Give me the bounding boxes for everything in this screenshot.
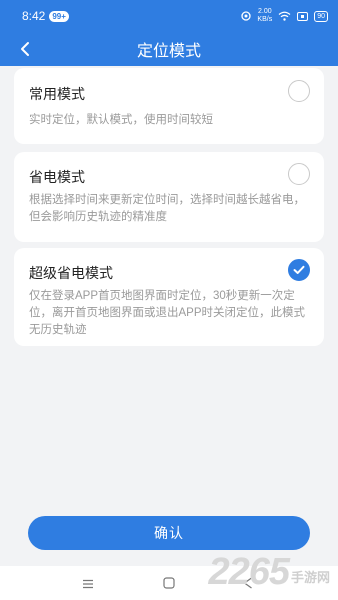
page-title: 定位模式 [136, 43, 201, 60]
home-nav-button[interactable] [163, 576, 175, 594]
mode-card-normal[interactable]: 常用模式 实时定位，默认模式，使用时间较短 [14, 68, 324, 144]
wifi-icon [278, 11, 291, 21]
mode-card-power-saving[interactable]: 省电模式 根据选择时间来更新定位时间，选择时间越长越省电，但会影响历史轨迹的精准… [14, 152, 324, 242]
menu-icon [83, 579, 93, 589]
chevron-left-icon [21, 42, 29, 56]
home-square-icon [163, 577, 175, 589]
notification-badge: 99+ [49, 10, 69, 22]
mode-desc: 实时定位，默认模式，使用时间较短 [29, 114, 213, 126]
mode-radio-normal[interactable] [288, 80, 310, 102]
mode-card-super-saving[interactable]: 超级省电模式 仅在登录APP首页地图界面时定位，30秒更新一次定位，离开首页地图… [14, 248, 324, 346]
mode-name: 省电模式 [29, 169, 85, 185]
battery-indicator: 90 [314, 10, 328, 22]
checkmark-icon [293, 265, 305, 274]
network-speed-value: 2.00 [257, 8, 272, 15]
mode-radio-power-saving[interactable] [288, 163, 310, 185]
back-button[interactable] [14, 38, 36, 60]
status-bar: 8:42 99+ 2.00 KB/s 90 [0, 0, 338, 32]
watermark-number: 2265 [208, 551, 290, 593]
nav-row: 定位模式 [0, 32, 338, 66]
watermark-suffix: 手游网 [290, 570, 330, 585]
watermark-logo: 2265 手游网 [208, 552, 330, 592]
location-status-icon [241, 11, 252, 21]
network-speed: 2.00 KB/s [257, 8, 272, 24]
network-speed-unit: KB/s [257, 16, 273, 23]
mode-name: 超级省电模式 [29, 265, 113, 281]
mode-radio-super-saving[interactable] [288, 259, 310, 281]
confirm-button[interactable]: 确认 [28, 516, 310, 550]
mode-desc: 根据选择时间来更新定位时间，选择时间越长越省电，但会影响历史轨迹的精准度 [29, 194, 305, 223]
mode-name: 常用模式 [29, 86, 85, 102]
mode-desc: 仅在登录APP首页地图界面时定位，30秒更新一次定位，离开首页地图界面或退出AP… [29, 290, 306, 336]
menu-nav-button[interactable] [82, 576, 94, 594]
sim-icon [297, 11, 309, 21]
app-header: 8:42 99+ 2.00 KB/s 90 定位模式 [0, 0, 338, 66]
status-time: 8:42 [22, 9, 46, 23]
